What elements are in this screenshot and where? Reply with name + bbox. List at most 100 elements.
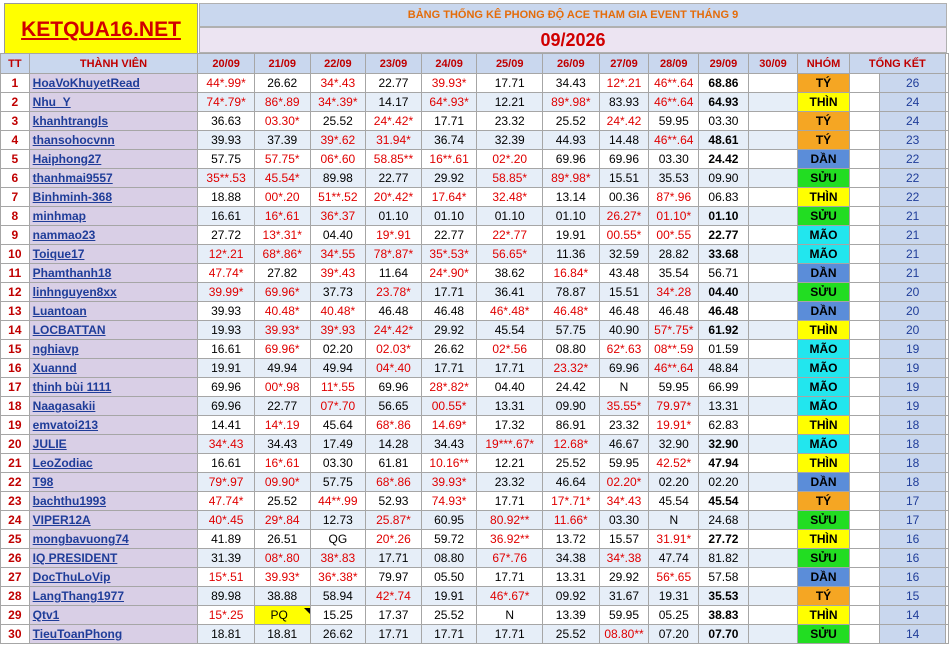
day-cell[interactable]: 38.88	[253, 586, 311, 606]
day-cell[interactable]: 01.59	[698, 339, 749, 359]
day-cell[interactable]: 40.48*	[309, 301, 367, 321]
day-cell[interactable]: 18.88	[197, 187, 255, 207]
day-cell[interactable]: 35.53	[648, 168, 700, 188]
member-name-link[interactable]: Binhminh-368	[28, 187, 199, 207]
day-cell[interactable]: 35.55*	[598, 396, 650, 416]
day-cell[interactable]: 26.62	[420, 339, 478, 359]
day-cell[interactable]: 29.92	[420, 320, 478, 340]
day-cell[interactable]: 14.28	[365, 434, 422, 454]
day-cell[interactable]: 17.71	[476, 358, 544, 378]
day-cell[interactable]: 07.70	[698, 624, 749, 644]
member-name-link[interactable]: Nhu_Y	[28, 92, 199, 112]
day-cell[interactable]: 17*.71*	[542, 491, 600, 511]
day-cell[interactable]: 16.61	[197, 453, 255, 473]
day-cell[interactable]: 15.25	[309, 605, 367, 625]
day-cell[interactable]: 32.90	[648, 434, 700, 454]
day-cell[interactable]: 26.62	[309, 624, 367, 644]
day-cell[interactable]: 34*.43	[197, 434, 255, 454]
day-cell[interactable]: 69.96*	[253, 282, 311, 302]
day-cell[interactable]: 46*.48*	[476, 301, 544, 321]
day-cell[interactable]: 66.99	[698, 377, 749, 397]
day-cell[interactable]: 36.63	[197, 111, 255, 131]
day-cell[interactable]: 78*.87*	[365, 244, 422, 264]
day-cell[interactable]: 14.17	[365, 92, 422, 112]
day-cell[interactable]: 24.42	[698, 149, 749, 169]
day-cell[interactable]: 28*.82*	[420, 377, 478, 397]
day-cell[interactable]	[747, 605, 799, 625]
member-name-link[interactable]: JULIE	[28, 434, 199, 454]
day-cell[interactable]: 11.64	[365, 263, 422, 283]
member-name-link[interactable]: emvatoi213	[28, 415, 199, 435]
day-cell[interactable]	[747, 282, 799, 302]
day-cell[interactable]: 24*.42	[598, 111, 650, 131]
day-cell[interactable]: 34.43	[420, 434, 478, 454]
day-cell[interactable]: 19.31	[648, 586, 700, 606]
day-cell[interactable]: 46**.64	[648, 92, 700, 112]
day-cell[interactable]: 22.77	[253, 396, 311, 416]
day-cell[interactable]: 07*.70	[309, 396, 367, 416]
member-name-link[interactable]: thanhmai9557	[28, 168, 199, 188]
day-cell[interactable]: 03.30	[309, 453, 367, 473]
day-cell[interactable]: 59.95	[598, 453, 650, 473]
day-cell[interactable]: 00.55*	[420, 396, 478, 416]
day-cell[interactable]	[747, 624, 799, 644]
day-cell[interactable]	[747, 339, 799, 359]
day-cell[interactable]: 13.39	[542, 605, 600, 625]
member-name-link[interactable]: VIPER12A	[28, 510, 199, 530]
day-cell[interactable]: 01.10	[542, 206, 600, 226]
day-cell[interactable]: 36.74	[420, 130, 478, 150]
day-cell[interactable]: 79*.97	[197, 472, 255, 492]
day-cell[interactable]: 32.48*	[476, 187, 544, 207]
day-cell[interactable]: 24*.42*	[365, 111, 422, 131]
day-cell[interactable]	[747, 510, 799, 530]
member-name-link[interactable]: TieuToanPhong	[28, 624, 199, 644]
day-cell[interactable]: 13.72	[542, 529, 600, 549]
day-cell[interactable]: 68*.86*	[253, 244, 311, 264]
day-cell[interactable]: 16*.61	[253, 453, 311, 473]
day-cell[interactable]: 35.54	[648, 263, 700, 283]
day-cell[interactable]: 25.52	[542, 624, 600, 644]
day-cell[interactable]: 47.94	[698, 453, 749, 473]
day-cell[interactable]: 64*.93*	[420, 92, 478, 112]
member-name-link[interactable]: Xuannd	[28, 358, 199, 378]
day-cell[interactable]: 59.95	[598, 605, 650, 625]
day-cell[interactable]: 45.54	[648, 491, 700, 511]
day-cell[interactable]: 11*.55	[309, 377, 367, 397]
day-cell[interactable]	[747, 491, 799, 511]
day-cell[interactable]: 39.93	[197, 130, 255, 150]
day-cell[interactable]: 48.61	[698, 130, 749, 150]
day-cell[interactable]: 86.91	[542, 415, 600, 435]
day-cell[interactable]: 17.32	[476, 415, 544, 435]
day-cell[interactable]: 09.92	[542, 586, 600, 606]
day-cell[interactable]: 00.36	[598, 187, 650, 207]
day-cell[interactable]: 22.77	[698, 225, 749, 245]
day-cell[interactable]: 25.52	[542, 453, 600, 473]
day-cell[interactable]: 14*.19	[253, 415, 311, 435]
day-cell[interactable]: 79.97	[365, 567, 422, 587]
day-cell[interactable]: 01.10	[420, 206, 478, 226]
day-cell[interactable]: 19*.91	[365, 225, 422, 245]
day-cell[interactable]: 23.32*	[542, 358, 600, 378]
day-cell[interactable]: 47.74*	[197, 491, 255, 511]
day-cell[interactable]: 57.58	[698, 567, 749, 587]
day-cell[interactable]: 69.96	[197, 377, 255, 397]
day-cell[interactable]: 16.61	[197, 339, 255, 359]
day-cell[interactable]: 47.74*	[197, 263, 255, 283]
day-cell[interactable]: 57.75*	[253, 149, 311, 169]
day-cell[interactable]: 32.59	[598, 244, 650, 264]
day-cell[interactable]: 22.77	[365, 73, 422, 93]
day-cell[interactable]: 42*.74	[365, 586, 422, 606]
day-cell[interactable]: 57*.75*	[648, 320, 700, 340]
day-cell[interactable]	[747, 320, 799, 340]
day-cell[interactable]: 25.52	[253, 491, 311, 511]
day-cell[interactable]: 08.80	[542, 339, 600, 359]
day-cell[interactable]	[747, 586, 799, 606]
day-cell[interactable]: 39.93	[197, 301, 255, 321]
member-name-link[interactable]: Naagasakii	[28, 396, 199, 416]
day-cell[interactable]: 35**.53	[197, 168, 255, 188]
day-cell[interactable]: 15.51	[598, 282, 650, 302]
day-cell[interactable]: 09.90	[698, 168, 749, 188]
day-cell[interactable]: PQ	[253, 605, 311, 625]
day-cell[interactable]: 03.30*	[253, 111, 311, 131]
day-cell[interactable]: 23.32	[476, 472, 544, 492]
